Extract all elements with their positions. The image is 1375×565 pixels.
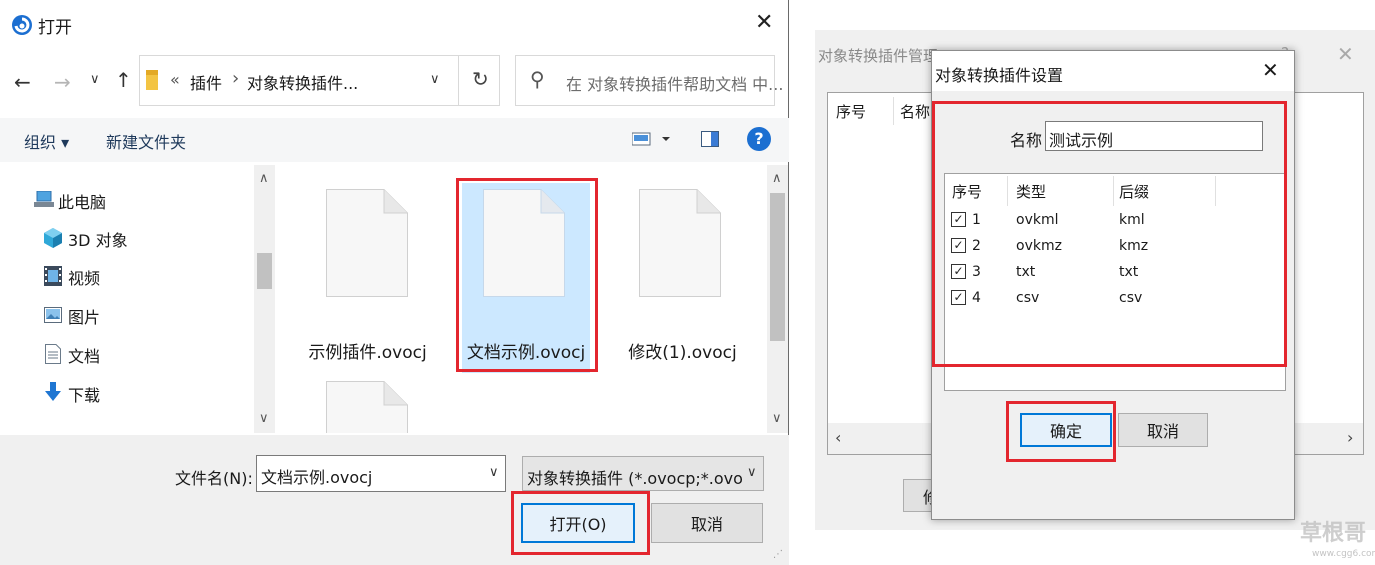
file-item[interactable] [300,375,435,433]
breadcrumb-item-current[interactable]: 对象转换插件... [247,70,358,94]
settings-title-bar: 对象转换插件设置 ✕ [932,51,1294,91]
scroll-down-arrow-icon[interactable]: ∨ [772,411,782,426]
filename-label: 文件名(N): [175,469,253,488]
scroll-down-arrow-icon[interactable]: ∨ [259,411,269,426]
filename-input[interactable]: 文档示例.ovocj ∨ [256,455,506,492]
breadcrumb-overflow[interactable]: « [170,70,180,89]
open-file-dialog: 打开 ✕ ← → ∨ ↑ « 插件 › 对象转换插件... ∨ ↻ ⚲ 在 对象… [0,0,789,565]
filetype-select-value: 对象转换插件 (*.ovocp;*.ovoc [527,469,742,488]
search-input[interactable]: 在 对象转换插件帮助文档 中... [566,71,783,95]
nav-item-label: 视频 [68,269,101,288]
nav-item-label: 下载 [68,386,101,405]
app-logo-icon [11,14,33,36]
cancel-button[interactable]: 取消 [1118,413,1208,447]
watermark-url: www.cgg6.com [1312,549,1375,559]
settings-title: 对象转换插件设置 [935,66,1064,85]
recent-locations-chevron-icon[interactable]: ∨ [90,72,100,87]
column-divider [893,97,894,125]
forward-arrow-icon[interactable]: → [54,70,71,94]
organize-menu-button[interactable]: 组织 ▾ [24,129,69,153]
nav-item-label: 此电脑 [58,193,107,212]
file-item[interactable]: 示例插件.ovocj [300,183,435,373]
address-dropdown-chevron-icon[interactable]: ∨ [430,72,440,87]
pictures-icon [44,307,62,323]
breadcrumb-item-plugins[interactable]: 插件 [190,70,222,94]
watermark-logo: 草根哥 [1300,521,1367,546]
navigation-pane: 此电脑 3D 对象 视频 图片 文档 下载 [0,165,275,433]
file-name: 修改(1).ovocj [628,343,737,363]
documents-icon [45,344,61,364]
up-arrow-icon[interactable]: ↑ [115,68,132,92]
back-arrow-icon[interactable]: ← [14,70,31,94]
search-icon: ⚲ [530,67,545,91]
highlight-selected-file [456,178,598,372]
scroll-left-arrow-icon[interactable]: ‹ [835,428,841,447]
help-icon[interactable]: ? [747,127,771,151]
download-icon [44,382,62,402]
view-options-icon[interactable] [632,131,670,147]
column-header[interactable]: 名称 [900,101,930,122]
new-folder-button[interactable]: 新建文件夹 [106,129,186,153]
breadcrumb-separator[interactable]: › [232,68,239,89]
nav-item-label: 文档 [68,347,101,366]
column-header[interactable]: 序号 [836,101,866,122]
scrollbar-thumb[interactable] [770,193,785,341]
filename-dropdown-chevron-icon[interactable]: ∨ [489,465,499,480]
close-icon[interactable]: ✕ [755,10,773,35]
preview-pane-icon[interactable] [701,131,719,147]
filetype-select[interactable]: 对象转换插件 (*.ovocp;*.ovoc ∨ [522,456,764,491]
3d-objects-icon [44,228,62,248]
folder-icon [146,70,158,90]
nav-item-label: 图片 [68,308,101,327]
close-icon[interactable]: ✕ [1262,58,1279,82]
command-toolbar: 组织 ▾ 新建文件夹 ? [0,118,789,162]
scrollbar-thumb[interactable] [257,253,272,289]
file-item[interactable]: 修改(1).ovocj [615,183,750,373]
close-icon[interactable]: ✕ [1337,42,1354,66]
resize-grip-icon[interactable]: ⋰ [773,549,783,560]
highlight-ok-button [1006,401,1116,462]
refresh-icon[interactable]: ↻ [472,67,489,91]
file-icon [326,189,408,297]
file-icon [639,189,721,297]
scroll-up-arrow-icon[interactable]: ∧ [772,171,782,186]
scroll-up-arrow-icon[interactable]: ∧ [259,171,269,186]
search-box[interactable]: ⚲ 在 对象转换插件帮助文档 中... [515,55,783,106]
file-icon [326,381,408,433]
filetype-dropdown-chevron-icon[interactable]: ∨ [747,465,757,480]
file-name: 示例插件.ovocj [308,343,427,363]
highlight-settings-form [932,101,1287,367]
manager-title: 对象转换插件管理 [818,47,939,65]
computer-icon [34,191,54,209]
video-icon [44,266,62,286]
file-list-scrollbar[interactable]: ∧ ∨ [767,165,788,433]
cancel-button[interactable]: 取消 [651,503,763,543]
filename-input-value: 文档示例.ovocj [261,468,373,487]
highlight-open-button [511,491,650,555]
navigation-scrollbar[interactable]: ∧ ∨ [254,165,275,433]
address-divider [458,56,459,105]
address-bar[interactable]: « 插件 › 对象转换插件... ∨ ↻ [139,55,500,106]
scroll-right-arrow-icon[interactable]: › [1347,428,1353,447]
nav-item-label: 3D 对象 [68,231,128,250]
dialog-title: 打开 [38,18,72,38]
